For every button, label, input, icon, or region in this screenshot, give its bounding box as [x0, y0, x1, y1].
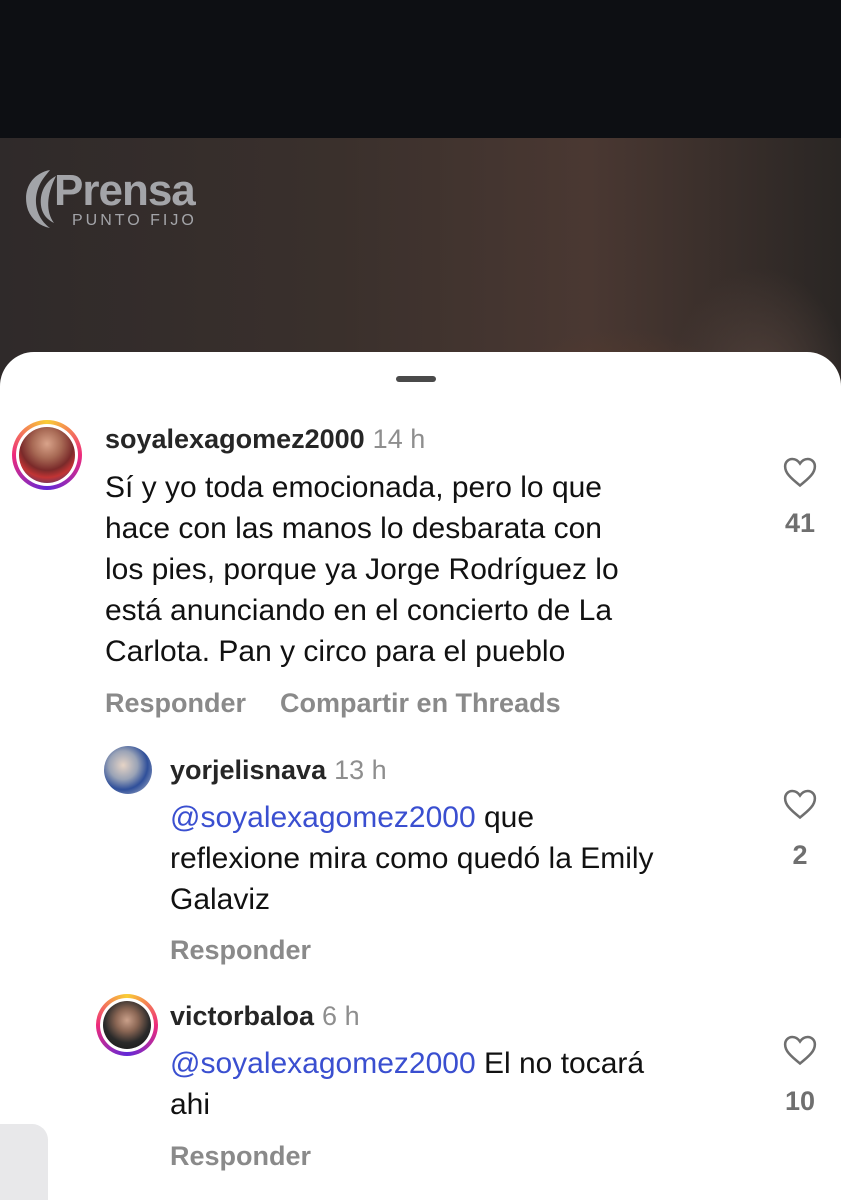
like-control: 10 [770, 1034, 830, 1117]
comment-text: @soyalexagomez2000 El no tocará ahi [170, 1043, 770, 1125]
reply-button[interactable]: Responder [170, 1141, 311, 1171]
logo-subtitle: PUNTO FIJO [72, 212, 197, 229]
comment-text-line: reflexione mira como quedó la Emily [170, 842, 654, 875]
comment-text-line: Galaviz [170, 883, 271, 916]
heart-outline-icon[interactable] [783, 788, 817, 820]
comment-username[interactable]: yorjelisnava [170, 755, 326, 785]
comment-text-line: los pies, porque ya Jorge Rodríguez lo [105, 553, 619, 586]
comment-username[interactable]: soyalexagomez2000 [105, 424, 365, 454]
avatar-story-ring[interactable] [96, 994, 158, 1056]
logo-wordmark: Prensa [54, 166, 196, 215]
avatar[interactable] [104, 746, 152, 794]
side-panel-handle[interactable] [0, 1124, 48, 1200]
mention-link[interactable]: @soyalexagomez2000 [170, 1047, 476, 1080]
prensa-logo: Prensa PUNTO FIJO [20, 162, 240, 242]
video-top-bar [0, 0, 841, 140]
heart-outline-icon[interactable] [783, 1034, 817, 1066]
comment-timestamp: 14 h [372, 424, 426, 454]
comment-username[interactable]: victorbaloa [170, 1001, 314, 1031]
share-threads-button[interactable]: Compartir en Threads [280, 688, 561, 718]
screen: Prensa PUNTO FIJO soyalexagomez2000 14 h … [0, 0, 841, 1200]
comment-actions: Responder Compartir en Threads [105, 688, 595, 719]
comment-actions: Responder [170, 935, 345, 966]
avatar-story-ring[interactable] [12, 420, 82, 490]
heart-outline-icon[interactable] [783, 456, 817, 488]
like-control: 41 [770, 456, 830, 539]
comment-timestamp: 6 h [322, 1001, 360, 1031]
sheet-grabber-handle[interactable] [396, 376, 436, 382]
reply-button[interactable]: Responder [170, 935, 311, 965]
comment-text-line: ahi [170, 1088, 211, 1121]
avatar [103, 1001, 151, 1049]
like-count: 10 [784, 1086, 816, 1116]
reply-button[interactable]: Responder [105, 688, 246, 718]
comment-text-line: Carlota. Pan y circo para el pueblo [105, 635, 566, 668]
comment-text-line: está anunciando en el concierto de La [105, 594, 613, 627]
like-count: 41 [784, 508, 816, 538]
comment-text: Sí y yo toda emocionada, pero lo que hac… [105, 467, 745, 672]
mention-link[interactable]: @soyalexagomez2000 [170, 801, 476, 834]
like-count: 2 [792, 840, 808, 870]
comment-actions: Responder [170, 1141, 345, 1172]
comment-text: @soyalexagomez2000 que reflexione mira c… [170, 797, 770, 920]
like-control: 2 [770, 788, 830, 871]
comment-timestamp: 13 h [334, 755, 387, 785]
comment-text-line: Sí y yo toda emocionada, pero lo que [105, 471, 602, 504]
comment-text-line: hace con las manos lo desbarata con [105, 512, 602, 545]
avatar [19, 427, 75, 483]
